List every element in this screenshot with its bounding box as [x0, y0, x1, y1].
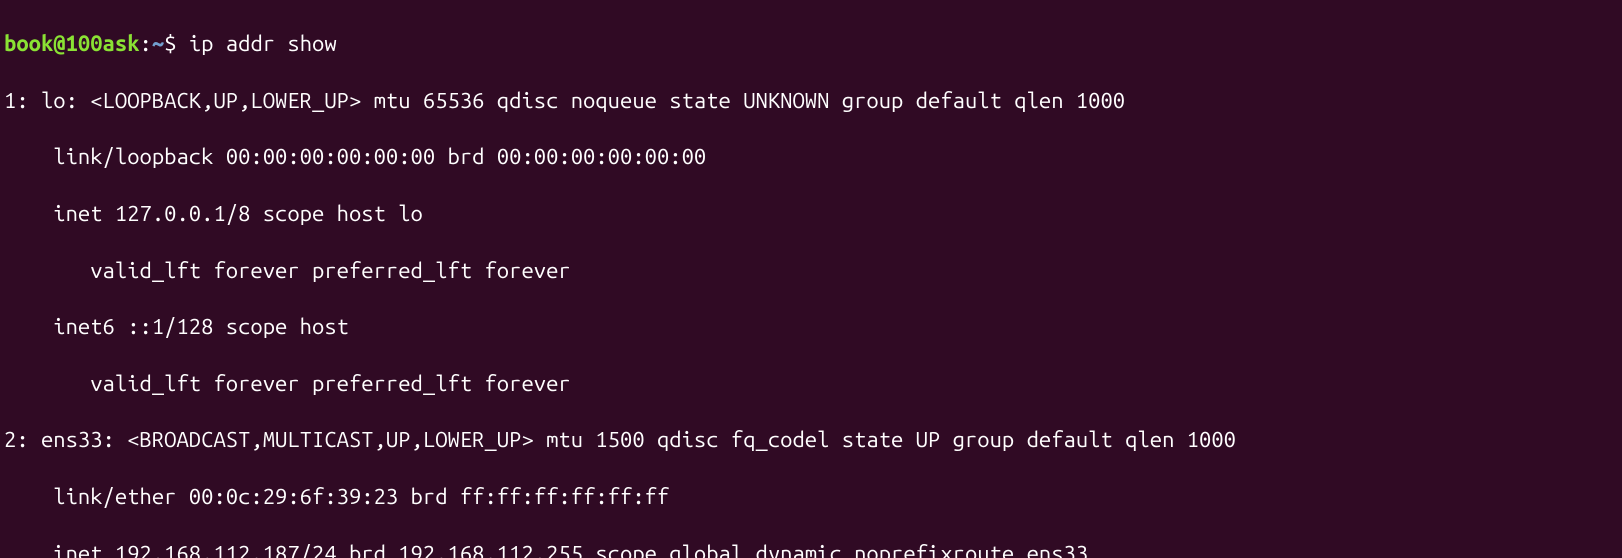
typed-command-text: ip addr show — [189, 31, 337, 56]
terminal[interactable]: book@100ask:~$ ip addr show 1: lo: <LOOP… — [0, 0, 1622, 558]
prompt-dollar: $ — [164, 31, 176, 56]
command-line: book@100ask:~$ ip addr show — [4, 30, 1618, 58]
output-line: 1: lo: <LOOPBACK,UP,LOWER_UP> mtu 65536 … — [4, 87, 1618, 115]
prompt-user-host: book@100ask — [4, 31, 140, 56]
typed-command — [177, 31, 189, 56]
output-line: inet6 ::1/128 scope host — [4, 313, 1618, 341]
prompt-path: ~ — [152, 31, 164, 56]
prompt-sep: : — [140, 31, 152, 56]
output-line: link/ether 00:0c:29:6f:39:23 brd ff:ff:f… — [4, 483, 1618, 511]
output-line: valid_lft forever preferred_lft forever — [4, 370, 1618, 398]
output-line: inet 192.168.112.187/24 brd 192.168.112.… — [4, 540, 1618, 558]
output-line: link/loopback 00:00:00:00:00:00 brd 00:0… — [4, 143, 1618, 171]
output-line: inet 127.0.0.1/8 scope host lo — [4, 200, 1618, 228]
output-line: 2: ens33: <BROADCAST,MULTICAST,UP,LOWER_… — [4, 426, 1618, 454]
output-line: valid_lft forever preferred_lft forever — [4, 257, 1618, 285]
